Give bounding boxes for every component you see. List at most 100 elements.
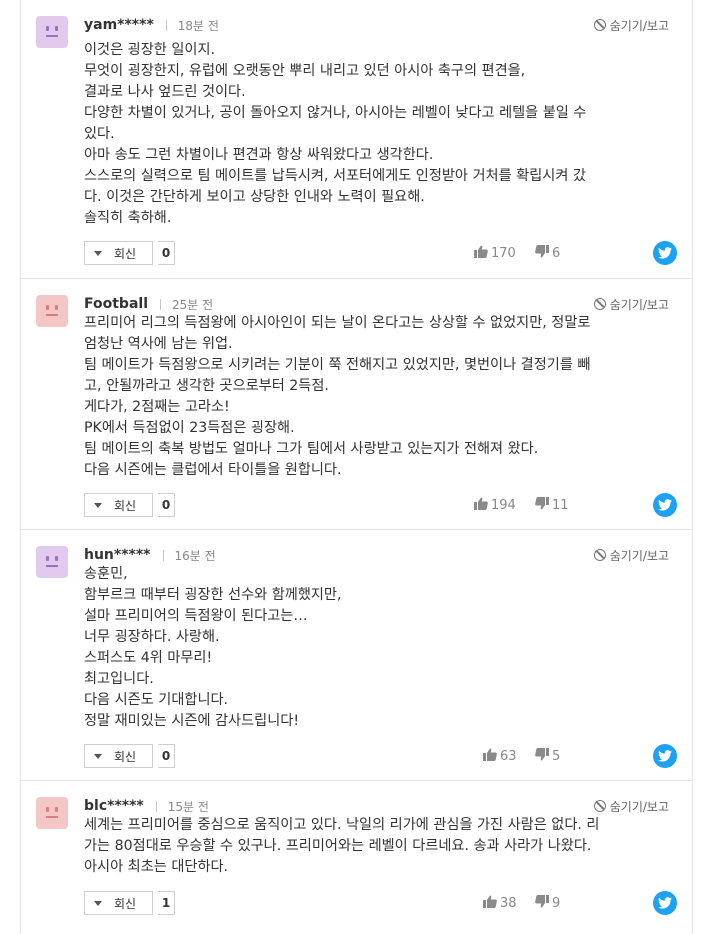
comment-header: blc***** 15분 전 [84, 797, 209, 815]
like-button[interactable]: 194 [474, 493, 516, 517]
avatar-eye [55, 26, 58, 31]
comment-text-line: 다. 이것은 간단하게 보이고 상당한 인내와 노력이 필요해. [84, 189, 425, 205]
comment-text-line: 결과로 나사 엎드린 것이다. [84, 84, 246, 100]
avatar[interactable] [36, 295, 68, 327]
username[interactable]: hun***** [84, 547, 151, 563]
reply-label: 회신 [114, 498, 137, 513]
twitter-icon [658, 747, 672, 766]
thumbs-up-icon [474, 497, 491, 514]
comment-text-line: 스퍼스도 4위 마무리! [84, 650, 213, 666]
hide-report-label: 숨기기/보고 [609, 18, 669, 33]
avatar[interactable] [36, 546, 68, 578]
comment-header: yam***** 18분 전 [84, 16, 219, 34]
comment-text-line: 함부르크 때부터 굉장한 선수와 함께했지만, [84, 587, 342, 603]
divider [160, 298, 161, 310]
twitter-icon [658, 894, 672, 913]
avatar-eye [46, 556, 49, 561]
hide-report-button[interactable]: 숨기기/보고 [593, 546, 669, 564]
username[interactable]: blc***** [84, 798, 144, 814]
like-count: 194 [491, 497, 516, 513]
comment-text-line: 이것은 굉장한 일이지. [84, 42, 216, 58]
twitter-share-button[interactable] [653, 493, 677, 517]
dislike-button[interactable]: 5 [535, 744, 560, 768]
hide-report-label: 숨기기/보고 [609, 297, 669, 312]
comment-text-line: 아시아 최초는 대단하다. [84, 859, 229, 875]
username[interactable]: yam***** [84, 17, 154, 33]
comment-item: hun***** 16분 전 숨기기/보고 송훈민, 함부르크 때부터 굉장한 선… [20, 530, 693, 781]
comment-text-line: 송훈민, [84, 566, 128, 582]
comment-actions: 회신 0 63 5 [84, 744, 677, 768]
comment-text-line: 다음 시즌도 기대합니다. [84, 692, 229, 708]
dislike-button[interactable]: 6 [535, 241, 560, 265]
ban-icon [593, 298, 606, 310]
reply-button[interactable]: 회신 [84, 744, 153, 768]
ban-icon [593, 19, 606, 31]
thumbs-down-icon [535, 244, 552, 262]
username[interactable]: Football [84, 296, 148, 312]
reply-count: 0 [158, 744, 175, 768]
thumbs-down-icon [535, 894, 552, 912]
thumbs-up-icon [474, 245, 491, 262]
avatar-mouth [46, 565, 58, 567]
caret-down-icon [94, 900, 102, 906]
avatar-mouth [46, 314, 58, 316]
avatar[interactable] [36, 797, 68, 829]
like-button[interactable]: 170 [474, 241, 516, 265]
timestamp: 15분 전 [167, 799, 209, 814]
comment-text-line: 팀 메이트가 득점왕으로 시키려는 기분이 쭉 전해지고 있었지만, 몇번이나 … [84, 357, 591, 373]
comment-body: 프리미어 리그의 득점왕에 아시아인이 되는 날이 온다고는 상상할 수 없었지… [84, 313, 690, 481]
divider [165, 19, 167, 31]
comment-text-line: 팀 메이트의 축복 방법도 얼마나 그가 팀에서 사랑받고 있는지가 전해져 왔… [84, 441, 539, 457]
comment-text-line: 프리미어 리그의 득점왕에 아시아인이 되는 날이 온다고는 상상할 수 없었지… [84, 315, 591, 331]
hide-report-button[interactable]: 숨기기/보고 [593, 797, 669, 815]
comment-header: hun***** 16분 전 [84, 546, 216, 564]
caret-down-icon [94, 250, 102, 256]
reply-count: 1 [158, 891, 175, 915]
timestamp: 25분 전 [172, 297, 214, 312]
twitter-icon [658, 244, 672, 263]
comment-text-line: 있다. [84, 126, 115, 142]
twitter-share-button[interactable] [653, 744, 677, 768]
hide-report-button[interactable]: 숨기기/보고 [593, 295, 669, 313]
avatar-eye [46, 807, 49, 812]
reply-button[interactable]: 회신 [84, 493, 153, 517]
thumbs-up-icon [483, 748, 500, 765]
comment-body: 송훈민, 함부르크 때부터 굉장한 선수와 함께했지만, 설마 프리미어의 득점왕이… [84, 564, 690, 732]
comment-text-line: 엄청난 역사에 남는 위업. [84, 336, 233, 352]
comment-text-line: 게다가, 2점째는 고라소! [84, 399, 230, 415]
comment-text-line: 아마 송도 그런 차별이나 편견과 항상 싸워왔다고 생각한다. [84, 147, 434, 163]
thumbs-down-icon [535, 496, 552, 514]
comment-text-line: 세계는 프리미어를 중심으로 움직이고 있다. 낙일의 리가에 관심을 가진 사… [84, 817, 600, 833]
comment-header: Football 25분 전 [84, 295, 213, 313]
reply-button[interactable]: 회신 [84, 241, 153, 265]
avatar[interactable] [36, 16, 68, 48]
thumbs-up-icon [483, 895, 500, 912]
reply-count: 0 [158, 493, 175, 517]
comment-text-line: 정말 재미있는 시즌에 감사드립니다! [84, 713, 300, 729]
like-count: 63 [500, 748, 517, 764]
comment-text-line: 다음 시즌에는 클럽에서 타이틀을 원합니다. [84, 462, 342, 478]
comment-text-line: PK에서 득점없이 23득점은 굉장해. [84, 420, 295, 436]
avatar-eye [55, 807, 58, 812]
dislike-button[interactable]: 9 [535, 891, 560, 915]
comment-item: blc***** 15분 전 숨기기/보고 세계는 프리미어를 중심으로 움직이… [20, 781, 693, 934]
comment-actions: 회신 1 38 9 [84, 891, 677, 915]
reply-label: 회신 [114, 246, 137, 261]
avatar-eye [46, 305, 49, 310]
twitter-share-button[interactable] [653, 891, 677, 915]
comment-text-line: 최고입니다. [84, 671, 154, 687]
comment-actions: 회신 0 170 6 [84, 241, 677, 265]
reply-button[interactable]: 회신 [84, 891, 153, 915]
timestamp: 16분 전 [174, 548, 216, 563]
comment-text-line: 고, 안될까라고 생각한 곳으로부터 2득점. [84, 378, 329, 394]
dislike-button[interactable]: 11 [535, 493, 569, 517]
like-button[interactable]: 63 [483, 744, 517, 768]
reply-count: 0 [158, 241, 175, 265]
reply-label: 회신 [114, 749, 137, 764]
comment-actions: 회신 0 194 11 [84, 493, 677, 517]
caret-down-icon [94, 502, 102, 508]
like-button[interactable]: 38 [483, 891, 517, 915]
hide-report-button[interactable]: 숨기기/보고 [593, 16, 669, 34]
comment-body: 이것은 굉장한 일이지. 무엇이 굉장한지, 유럽에 오랫동안 뿌리 내리고 있던… [84, 40, 690, 229]
twitter-share-button[interactable] [653, 241, 677, 265]
